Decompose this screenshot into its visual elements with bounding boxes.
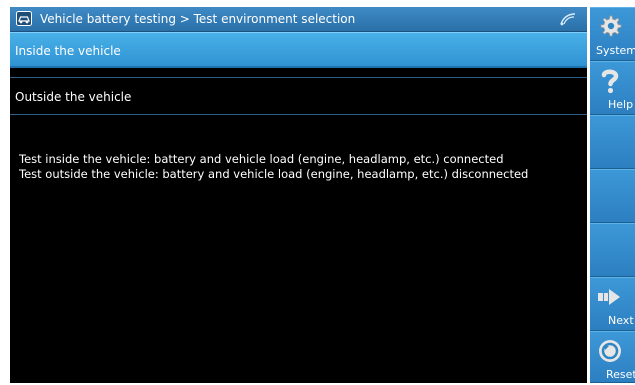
- next-button[interactable]: Next: [590, 277, 635, 331]
- reset-icon: [599, 340, 621, 362]
- empty-button-1[interactable]: [590, 115, 635, 169]
- option-label: Outside the vehicle: [15, 90, 132, 104]
- right-sidebar: System Help Next Reset: [590, 7, 635, 383]
- reset-button[interactable]: Reset: [590, 331, 635, 383]
- reset-label: Reset: [606, 368, 635, 381]
- description-line-outside: Test outside the vehicle: battery and ve…: [19, 167, 529, 181]
- gear-icon: [600, 15, 622, 37]
- title-bar: Vehicle battery testing > Test environme…: [10, 7, 587, 32]
- option-separator: [10, 77, 587, 78]
- empty-button-3[interactable]: [590, 223, 635, 277]
- description-line-inside: Test inside the vehicle: battery and veh…: [19, 152, 504, 166]
- window-title: Vehicle battery testing > Test environme…: [40, 12, 356, 26]
- main-screen: Vehicle battery testing > Test environme…: [10, 7, 587, 383]
- help-button[interactable]: Help: [590, 61, 635, 115]
- question-icon: [601, 69, 619, 94]
- option-outside-vehicle[interactable]: Outside the vehicle: [10, 79, 587, 115]
- arrow-right-icon: [598, 289, 620, 305]
- vehicle-app-icon: [16, 11, 32, 26]
- device-frame: Vehicle battery testing > Test environme…: [0, 0, 635, 385]
- option-label: Inside the vehicle: [15, 44, 121, 58]
- option-inside-vehicle[interactable]: Inside the vehicle: [10, 32, 587, 68]
- help-label: Help: [608, 98, 634, 111]
- system-button[interactable]: System: [590, 7, 635, 61]
- test-description: Test inside the vehicle: battery and veh…: [19, 152, 579, 182]
- next-label: Next: [608, 314, 634, 327]
- system-label: System: [596, 44, 635, 57]
- empty-button-2[interactable]: [590, 169, 635, 223]
- signal-icon: [560, 13, 576, 26]
